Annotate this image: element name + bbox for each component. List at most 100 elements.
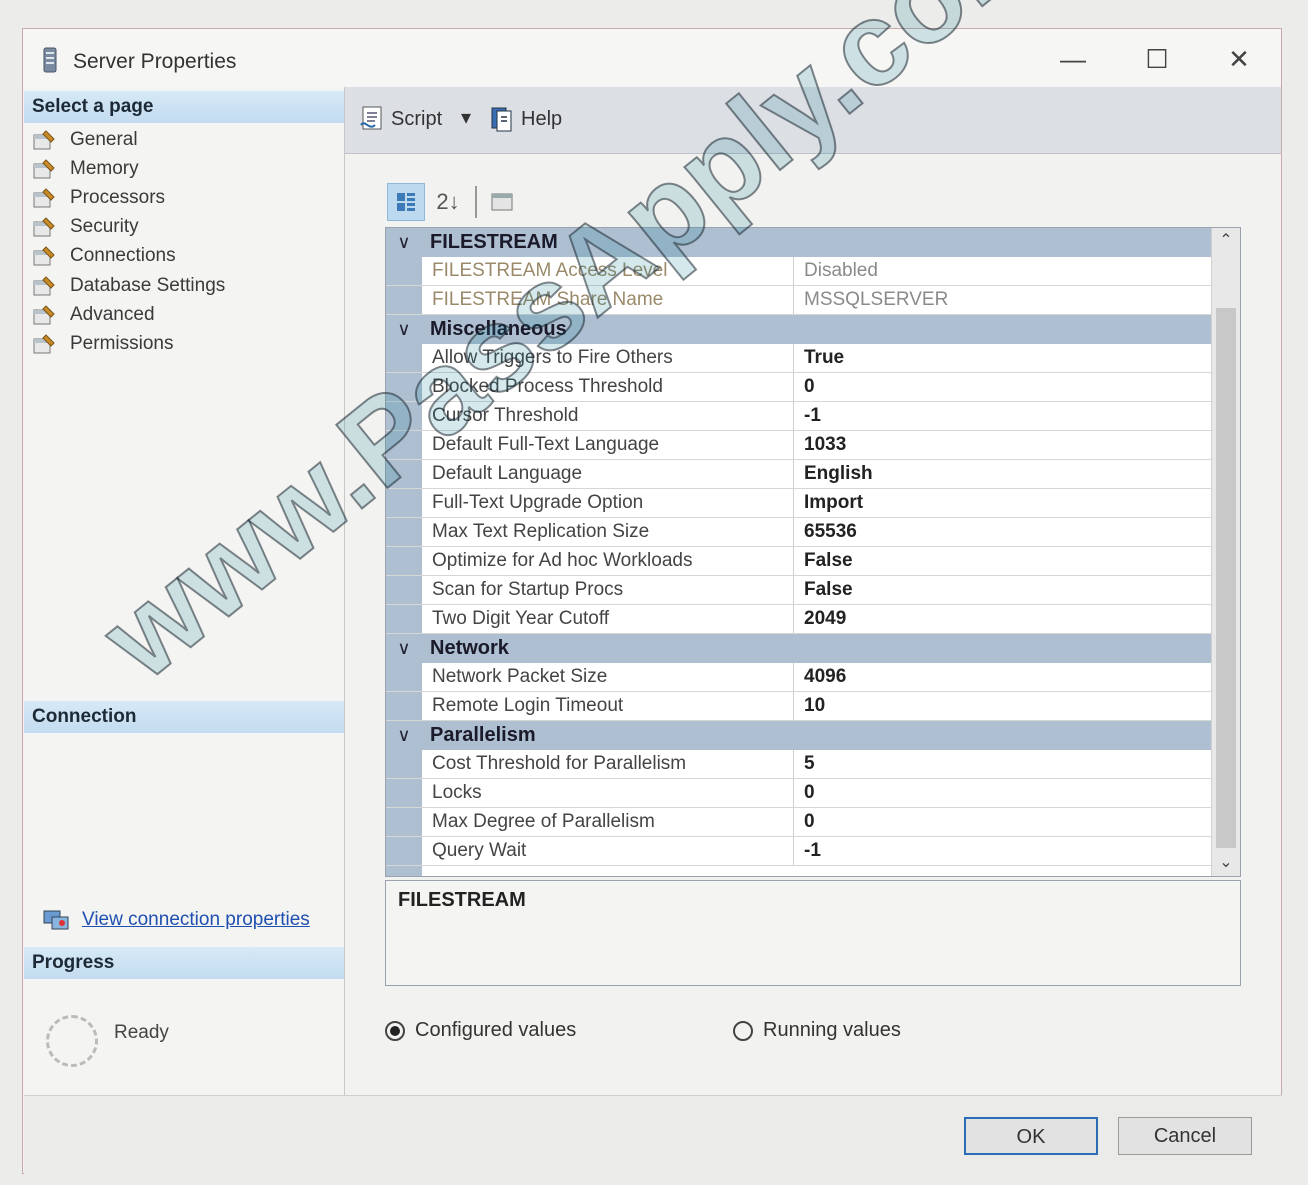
alphabetical-sort-icon[interactable]: 2↓ [429,183,467,221]
property-name[interactable]: Optimize for Ad hoc Workloads [422,547,794,575]
property-name[interactable]: FILESTREAM Access Level [422,257,794,285]
page-wrench-icon [33,246,55,266]
property-value[interactable]: False [794,576,1212,604]
property-name[interactable]: Network Packet Size [422,663,794,691]
configured-values-radio[interactable]: Configured values [385,1019,576,1042]
property-value[interactable]: -1 [794,837,1212,865]
property-name[interactable]: FILESTREAM Share Name [422,286,794,314]
property-row[interactable]: Max Degree of Parallelism 0 [386,808,1212,837]
property-value[interactable]: 10 [794,692,1212,720]
running-values-label: Running values [763,1019,901,1041]
property-value[interactable]: 2049 [794,605,1212,633]
property-row[interactable]: Cursor Threshold -1 [386,402,1212,431]
page-item-processors[interactable]: Processors [32,183,225,212]
page-item-connections[interactable]: Connections [32,242,225,271]
ok-button[interactable]: OK [964,1117,1098,1155]
property-row[interactable]: Full-Text Upgrade Option Import [386,489,1212,518]
property-name[interactable]: Remote Login Timeout [422,692,794,720]
page-item-general[interactable]: General [32,125,225,154]
page-item-security[interactable]: Security [32,213,225,242]
property-name[interactable]: Allow Triggers to Fire Others [422,344,794,372]
property-row[interactable]: Scan for Startup Procs False [386,576,1212,605]
property-value[interactable]: 0 [794,808,1212,836]
minimize-button[interactable]: — [1047,39,1099,79]
grid-category-filestream[interactable]: ∨ FILESTREAM [386,228,1212,257]
grid-category-network[interactable]: ∨ Network [386,634,1212,663]
toolbar: Script ▾ Help [345,87,1281,154]
running-values-radio-button[interactable] [733,1020,753,1041]
property-name[interactable]: Full-Text Upgrade Option [422,489,794,517]
grid-scrollbar[interactable]: ⌃ ⌄ [1211,228,1240,876]
property-row[interactable]: Locks 0 [386,779,1212,808]
running-values-radio[interactable]: Running values [733,1019,901,1042]
property-row[interactable]: Two Digit Year Cutoff 2049 [386,605,1212,634]
help-button[interactable]: Help [489,105,562,133]
dialog-footer: OK Cancel [24,1095,1282,1174]
property-value[interactable]: 5 [794,750,1212,778]
property-name[interactable]: Max Text Replication Size [422,518,794,546]
configured-values-radio-button[interactable] [385,1020,405,1041]
row-gutter [386,460,422,488]
property-value[interactable]: False [794,547,1212,575]
property-value[interactable]: 0 [794,779,1212,807]
page-item-database-settings[interactable]: Database Settings [32,271,225,300]
property-row[interactable]: Allow Triggers to Fire Others True [386,344,1212,373]
maximize-button[interactable]: ☐ [1131,39,1183,79]
grid-category-miscellaneous[interactable]: ∨ Miscellaneous [386,315,1212,344]
property-row[interactable]: Blocked Process Threshold 0 [386,373,1212,402]
collapse-chevron-icon[interactable]: ∨ [386,232,422,253]
property-value[interactable]: 0 [794,373,1212,401]
property-value[interactable]: Import [794,489,1212,517]
property-row[interactable]: Query Wait -1 [386,837,1212,866]
view-connection-properties-label[interactable]: View connection properties [82,909,310,931]
property-name[interactable]: Blocked Process Threshold [422,373,794,401]
page-item-permissions[interactable]: Permissions [32,329,225,358]
property-value[interactable]: True [794,344,1212,372]
categorized-view-button[interactable] [387,183,425,221]
grid-category-parallelism[interactable]: ∨ Parallelism [386,721,1212,750]
collapse-chevron-icon[interactable]: ∨ [386,319,422,340]
property-row[interactable]: Network Packet Size 4096 [386,663,1212,692]
property-value[interactable]: 1033 [794,431,1212,459]
property-name[interactable]: Cost Threshold for Parallelism [422,750,794,778]
property-value[interactable]: English [794,460,1212,488]
close-button[interactable]: ✕ [1213,39,1265,79]
page-item-label: Processors [70,186,166,208]
script-dropdown-arrow-icon[interactable]: ▾ [461,105,471,130]
property-value[interactable]: Disabled [794,257,1212,285]
property-row[interactable]: Remote Login Timeout 10 [386,692,1212,721]
property-name[interactable]: Cursor Threshold [422,402,794,430]
property-row[interactable]: Default Full-Text Language 1033 [386,431,1212,460]
collapse-chevron-icon[interactable]: ∨ [386,725,422,746]
script-button[interactable]: Script [359,105,442,133]
property-pages-button[interactable] [483,183,521,221]
property-row[interactable]: FILESTREAM Access Level Disabled [386,257,1212,286]
property-row[interactable]: FILESTREAM Share Name MSSQLSERVER [386,286,1212,315]
row-gutter [386,344,422,372]
page-wrench-icon [33,334,55,354]
property-row[interactable]: Default Language English [386,460,1212,489]
scroll-down-icon[interactable]: ⌄ [1212,850,1240,876]
view-connection-properties-link[interactable]: View connection properties [42,907,310,933]
property-name[interactable]: Query Wait [422,837,794,865]
grid-category-name: Miscellaneous [430,318,567,340]
page-item-advanced[interactable]: Advanced [32,300,225,329]
property-row[interactable]: Cost Threshold for Parallelism 5 [386,750,1212,779]
property-name[interactable]: Locks [422,779,794,807]
property-name[interactable]: Two Digit Year Cutoff [422,605,794,633]
cancel-button[interactable]: Cancel [1118,1117,1252,1155]
property-row[interactable]: Max Text Replication Size 65536 [386,518,1212,547]
property-value[interactable]: MSSQLSERVER [794,286,1212,314]
scroll-up-icon[interactable]: ⌃ [1212,228,1240,254]
scroll-thumb[interactable] [1216,308,1236,848]
property-name[interactable]: Default Full-Text Language [422,431,794,459]
property-value[interactable]: 4096 [794,663,1212,691]
property-row[interactable]: Optimize for Ad hoc Workloads False [386,547,1212,576]
collapse-chevron-icon[interactable]: ∨ [386,638,422,659]
page-item-memory[interactable]: Memory [32,154,225,183]
property-name[interactable]: Default Language [422,460,794,488]
property-name[interactable]: Max Degree of Parallelism [422,808,794,836]
property-value[interactable]: -1 [794,402,1212,430]
property-name[interactable]: Scan for Startup Procs [422,576,794,604]
property-value[interactable]: 65536 [794,518,1212,546]
